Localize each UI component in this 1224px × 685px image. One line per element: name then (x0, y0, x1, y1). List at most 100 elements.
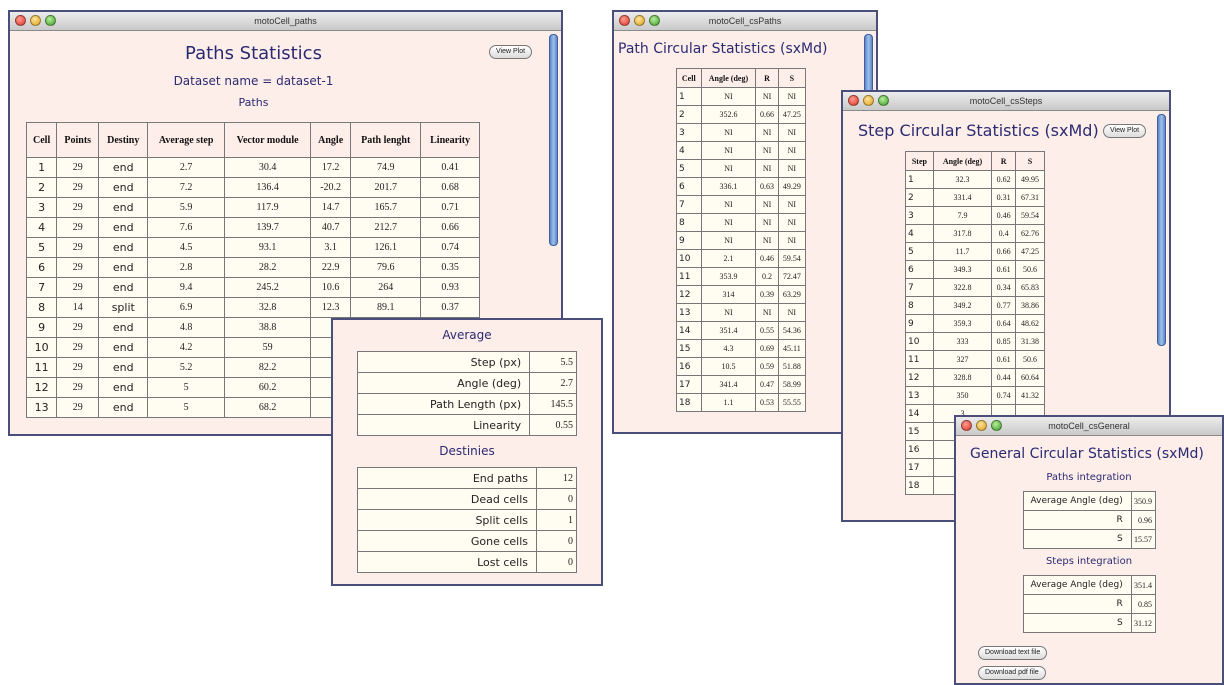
table-row: 1 NI NI NI (676, 87, 807, 106)
table-cell: 245.2 (224, 277, 312, 298)
kv-label: Dead cells (357, 488, 537, 510)
table-cell: 29 (56, 237, 100, 258)
table-cell: 9.4 (147, 277, 226, 298)
table-cell: 17 (676, 375, 702, 394)
table-row: 14 351.4 0.55 54.36 (676, 321, 807, 340)
kv-label: Path Length (px) (356, 393, 531, 415)
table-row: 16 10.5 0.59 51.88 (676, 357, 807, 376)
table-row: 10 333 0.85 31.38 (905, 332, 1045, 351)
table-cell: 5 (147, 397, 226, 418)
kv-label: Step (px) (356, 351, 531, 373)
table-cell: 13 (25, 397, 58, 418)
table-cell: 0.85 (991, 332, 1017, 351)
table-cell: 10.6 (310, 277, 352, 298)
table-row: 2 352.6 0.66 47.25 (676, 105, 807, 124)
table-cell: end (98, 157, 149, 178)
table-cell: 10.5 (700, 357, 757, 376)
view-plot-button[interactable]: View Plot (1103, 124, 1147, 138)
table-cell: 62.76 (1015, 224, 1045, 243)
table-row: 13 NI NI NI (676, 303, 807, 322)
table-cell: 58.99 (777, 375, 807, 394)
table-cell: 12 (905, 368, 934, 387)
cspaths-titlebar[interactable]: motoCell_csPaths (614, 12, 876, 31)
kv-row: Path Length (px) 145.5 (356, 393, 577, 415)
minimize-icon[interactable] (863, 95, 874, 106)
scrollbar[interactable] (864, 34, 873, 96)
table-row: 9 359.3 0.64 48.62 (905, 314, 1045, 333)
column-header: Destiny (98, 122, 149, 158)
table-cell: 16 (905, 440, 934, 459)
table-cell: 89.1 (350, 297, 422, 318)
scrollbar[interactable] (549, 34, 558, 246)
table-row: 4 29 end 7.6 139.7 40.7 212.7 0.66 (25, 217, 480, 238)
table-row: 9 NI NI NI (676, 231, 807, 250)
paths-integration-table: Average Angle (deg) 350.9 R 0.96 S 15.57 (1023, 491, 1157, 549)
table-cell: 10 (25, 337, 58, 358)
table-cell: NI (777, 123, 807, 142)
table-cell: 7.9 (932, 206, 993, 225)
table-cell: 6.9 (147, 297, 226, 318)
window-controls (619, 15, 660, 26)
table-cell: 7 (25, 277, 58, 298)
zoom-icon[interactable] (991, 420, 1002, 431)
table-cell: 6 (676, 177, 702, 196)
close-icon[interactable] (619, 15, 630, 26)
scrollbar[interactable] (1157, 114, 1166, 346)
view-plot-button[interactable]: View Plot (489, 45, 533, 59)
table-cell: 29 (56, 337, 100, 358)
minimize-icon[interactable] (976, 420, 987, 431)
table-cell: 5.9 (147, 197, 226, 218)
table-cell: 0.77 (991, 296, 1017, 315)
kv-row: R 0.96 (1023, 510, 1157, 530)
close-icon[interactable] (848, 95, 859, 106)
table-row: 4 NI NI NI (676, 141, 807, 160)
table-cell: 31.38 (1015, 332, 1045, 351)
table-cell: 55.55 (777, 393, 807, 412)
table-cell: 12.3 (310, 297, 352, 318)
minimize-icon[interactable] (30, 15, 41, 26)
table-cell: 5.2 (147, 357, 226, 378)
table-cell: NI (700, 303, 757, 322)
zoom-icon[interactable] (649, 15, 660, 26)
table-cell: 6 (25, 257, 58, 278)
table-cell: 74.9 (350, 157, 422, 178)
table-cell: split (98, 297, 149, 318)
close-icon[interactable] (961, 420, 972, 431)
table-cell: 351.4 (700, 321, 757, 340)
table-cell: 349.2 (932, 296, 993, 315)
csgeneral-titlebar[interactable]: motoCell_csGeneral (956, 417, 1222, 436)
table-cell: 9 (25, 317, 58, 338)
table-cell: 0.66 (755, 105, 779, 124)
table-cell: 10 (905, 332, 934, 351)
table-cell: 47.25 (777, 105, 807, 124)
minimize-icon[interactable] (634, 15, 645, 26)
table-cell: NI (755, 123, 779, 142)
table-cell: 333 (932, 332, 993, 351)
table-cell: 264 (350, 277, 422, 298)
zoom-icon[interactable] (45, 15, 56, 26)
paths-titlebar[interactable]: motoCell_paths (10, 12, 561, 31)
table-cell: 54.36 (777, 321, 807, 340)
kv-row: Average Angle (deg) 351.4 (1023, 575, 1157, 595)
table-cell: 0.47 (755, 375, 779, 394)
close-icon[interactable] (15, 15, 26, 26)
table-cell: 1 (905, 170, 934, 189)
download-text-button[interactable]: Download text file (978, 646, 1048, 660)
cssteps-titlebar[interactable]: motoCell_csSteps (843, 92, 1169, 111)
download-pdf-button[interactable]: Download pdf file (978, 666, 1046, 680)
table-cell: 1 (25, 157, 58, 178)
table-cell: 29 (56, 197, 100, 218)
table-cell: NI (777, 195, 807, 214)
table-row: 4 317.8 0.4 62.76 (905, 224, 1045, 243)
table-row: 12 314 0.39 63.29 (676, 285, 807, 304)
table-cell: 0.44 (991, 368, 1017, 387)
table-row: 8 NI NI NI (676, 213, 807, 232)
table-row: 6 349.3 0.61 50.6 (905, 260, 1045, 279)
kv-label: Split cells (357, 509, 537, 531)
column-header: Angle (deg) (700, 68, 757, 88)
table-header: Step Angle (deg) R S (905, 151, 1045, 171)
table-cell: 349.3 (932, 260, 993, 279)
table-row: 7 29 end 9.4 245.2 10.6 264 0.93 (25, 277, 480, 298)
table-cell: 9 (676, 231, 702, 250)
zoom-icon[interactable] (878, 95, 889, 106)
